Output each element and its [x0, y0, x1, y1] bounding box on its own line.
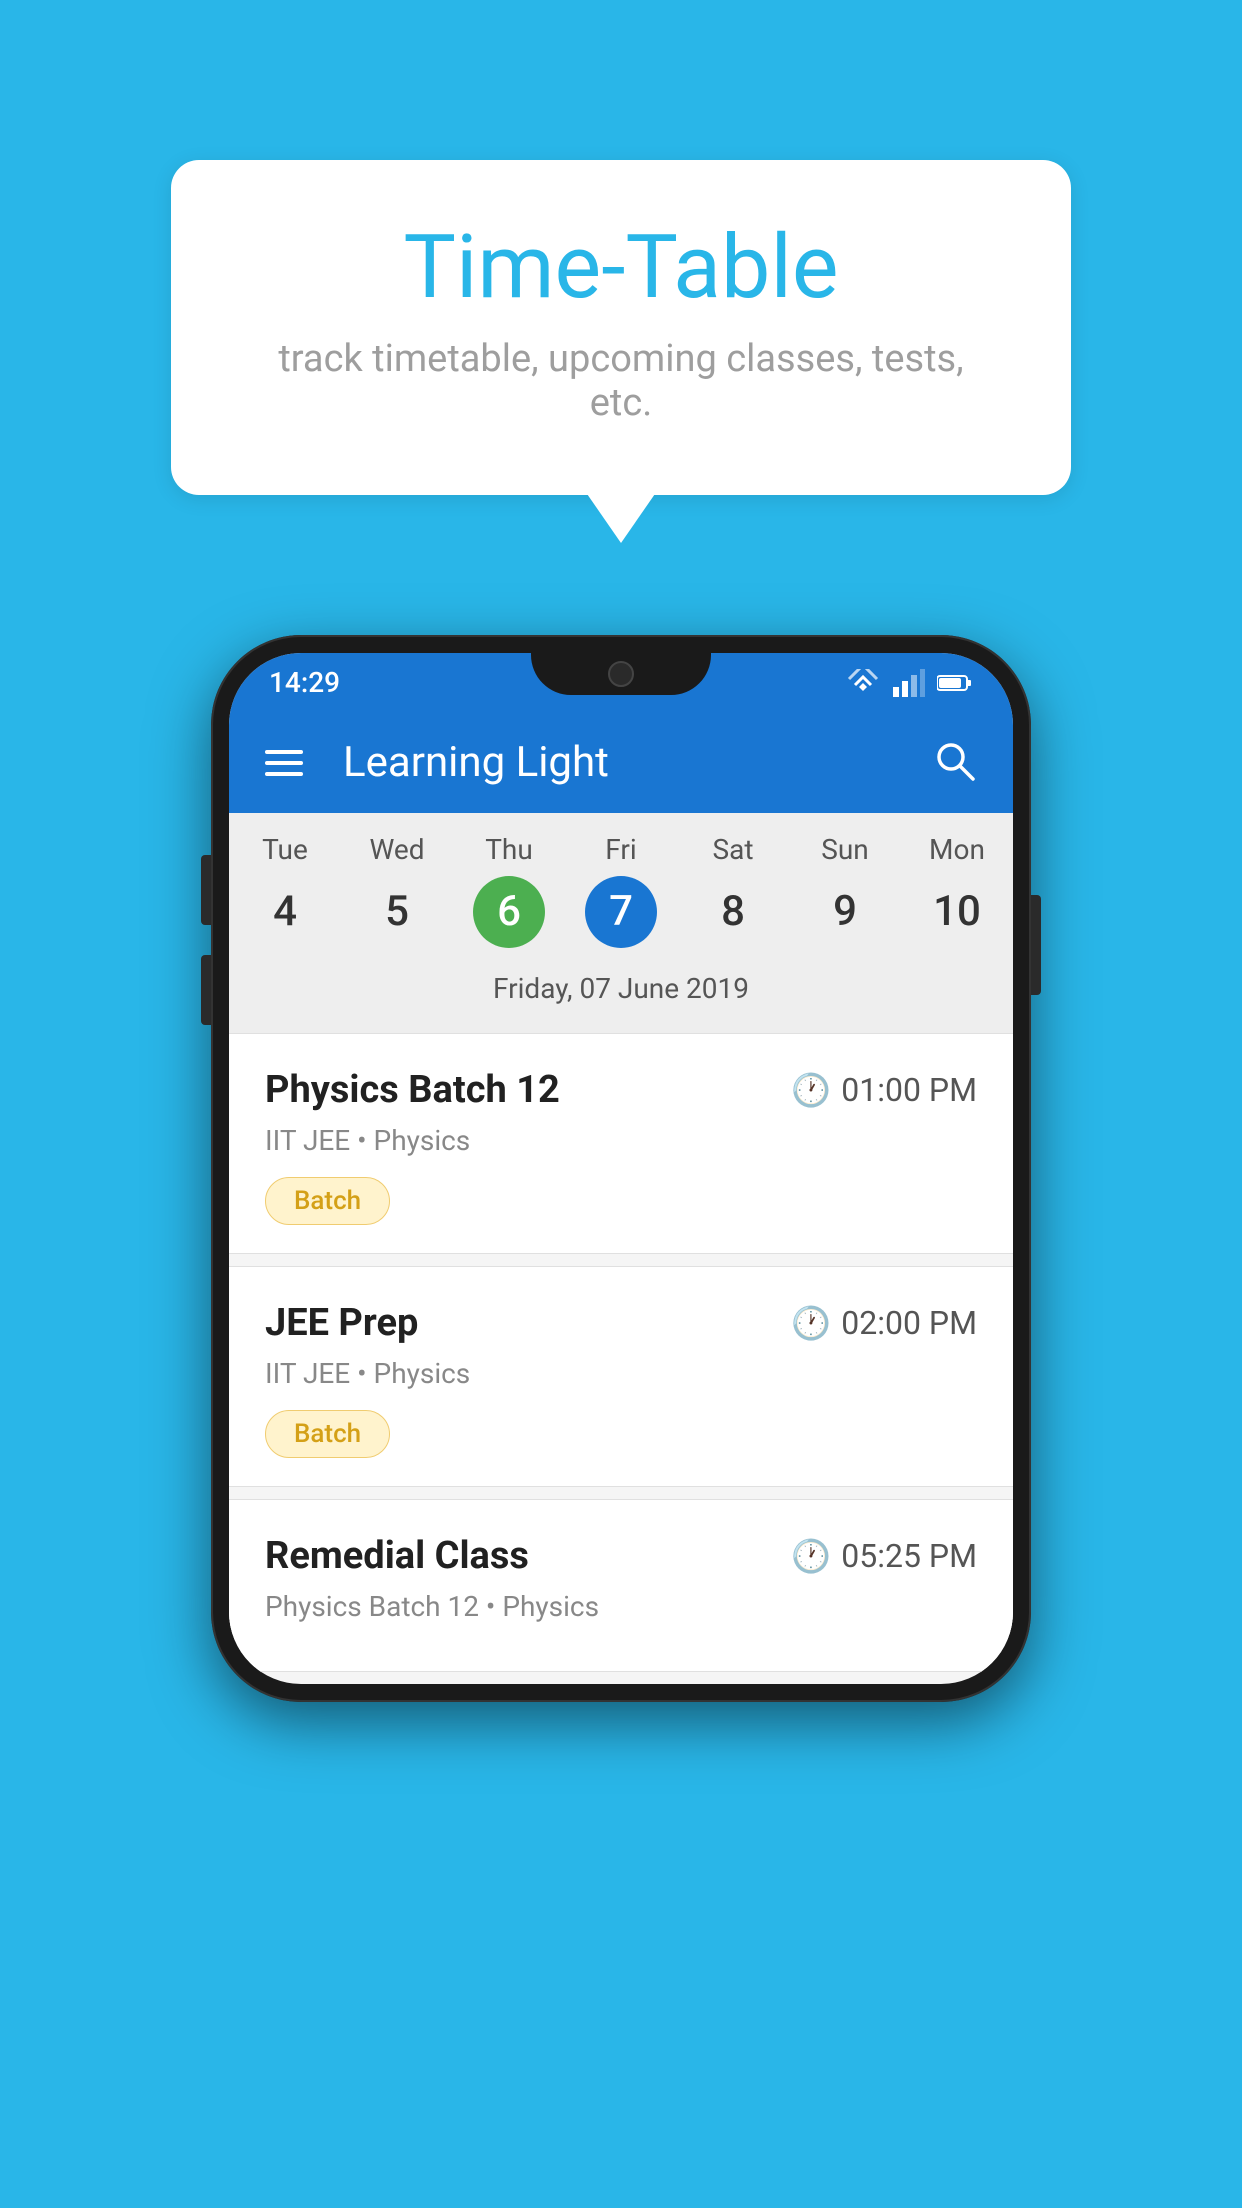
signal-icon — [893, 669, 925, 697]
day-wed: Wed — [341, 833, 453, 866]
class-name-2: JEE Prep — [265, 1301, 418, 1345]
class-time-3: 🕐 05:25 PM — [791, 1537, 977, 1575]
tooltip-subtitle: track timetable, upcoming classes, tests… — [251, 337, 991, 425]
tooltip-title: Time-Table — [251, 220, 991, 317]
class-card-remedial[interactable]: Remedial Class 🕐 05:25 PM Physics Batch … — [229, 1499, 1013, 1672]
volume-down-button — [201, 955, 211, 1025]
volume-up-button — [201, 855, 211, 925]
search-icon[interactable] — [933, 739, 977, 787]
calendar-strip: Tue Wed Thu Fri Sat Sun Mon 4 5 6 7 8 9 … — [229, 813, 1013, 1033]
date-5[interactable]: 5 — [361, 876, 433, 948]
class-card-header-2: JEE Prep 🕐 02:00 PM — [265, 1301, 977, 1345]
class-card-jee-prep[interactable]: JEE Prep 🕐 02:00 PM IIT JEE • Physics Ba… — [229, 1266, 1013, 1487]
day-numbers: 4 5 6 7 8 9 10 — [229, 876, 1013, 948]
front-camera — [608, 661, 634, 687]
day-sun: Sun — [789, 833, 901, 866]
date-8[interactable]: 8 — [697, 876, 769, 948]
battery-icon — [937, 673, 973, 693]
selected-date-label: Friday, 07 June 2019 — [229, 962, 1013, 1023]
class-info: IIT JEE • Physics — [265, 1124, 977, 1157]
day-sat: Sat — [677, 833, 789, 866]
date-6-today[interactable]: 6 — [473, 876, 545, 948]
day-thu: Thu — [453, 833, 565, 866]
day-headers: Tue Wed Thu Fri Sat Sun Mon — [229, 833, 1013, 866]
date-10[interactable]: 10 — [921, 876, 993, 948]
wifi-icon — [845, 669, 881, 697]
day-mon: Mon — [901, 833, 1013, 866]
menu-icon[interactable] — [265, 750, 303, 776]
date-9[interactable]: 9 — [809, 876, 881, 948]
batch-badge-2: Batch — [265, 1410, 390, 1458]
class-card-header-3: Remedial Class 🕐 05:25 PM — [265, 1534, 977, 1578]
power-button — [1031, 895, 1041, 995]
class-name: Physics Batch 12 — [265, 1068, 560, 1112]
day-tue: Tue — [229, 833, 341, 866]
status-icons — [845, 669, 973, 697]
phone-shell: 14:29 — [211, 635, 1031, 1702]
phone-notch — [531, 653, 711, 695]
classes-list: Physics Batch 12 🕐 01:00 PM IIT JEE • Ph… — [229, 1033, 1013, 1672]
app-title: Learning Light — [343, 738, 903, 787]
clock-icon-2: 🕐 — [791, 1304, 831, 1342]
date-4[interactable]: 4 — [249, 876, 321, 948]
phone-mockup: 14:29 — [211, 635, 1031, 2208]
status-time: 14:29 — [269, 666, 340, 699]
clock-icon: 🕐 — [791, 1071, 831, 1109]
day-fri: Fri — [565, 833, 677, 866]
tooltip-card: Time-Table track timetable, upcoming cla… — [171, 160, 1071, 495]
class-info-2: IIT JEE • Physics — [265, 1357, 977, 1390]
app-bar: Learning Light — [229, 713, 1013, 813]
batch-badge: Batch — [265, 1177, 390, 1225]
date-7-selected[interactable]: 7 — [585, 876, 657, 948]
class-time: 🕐 01:00 PM — [791, 1071, 977, 1109]
class-card-physics-batch-12[interactable]: Physics Batch 12 🕐 01:00 PM IIT JEE • Ph… — [229, 1033, 1013, 1254]
class-card-header: Physics Batch 12 🕐 01:00 PM — [265, 1068, 977, 1112]
class-info-3: Physics Batch 12 • Physics — [265, 1590, 977, 1623]
clock-icon-3: 🕐 — [791, 1537, 831, 1575]
class-name-3: Remedial Class — [265, 1534, 529, 1578]
class-time-2: 🕐 02:00 PM — [791, 1304, 977, 1342]
phone-screen: 14:29 — [229, 653, 1013, 1684]
